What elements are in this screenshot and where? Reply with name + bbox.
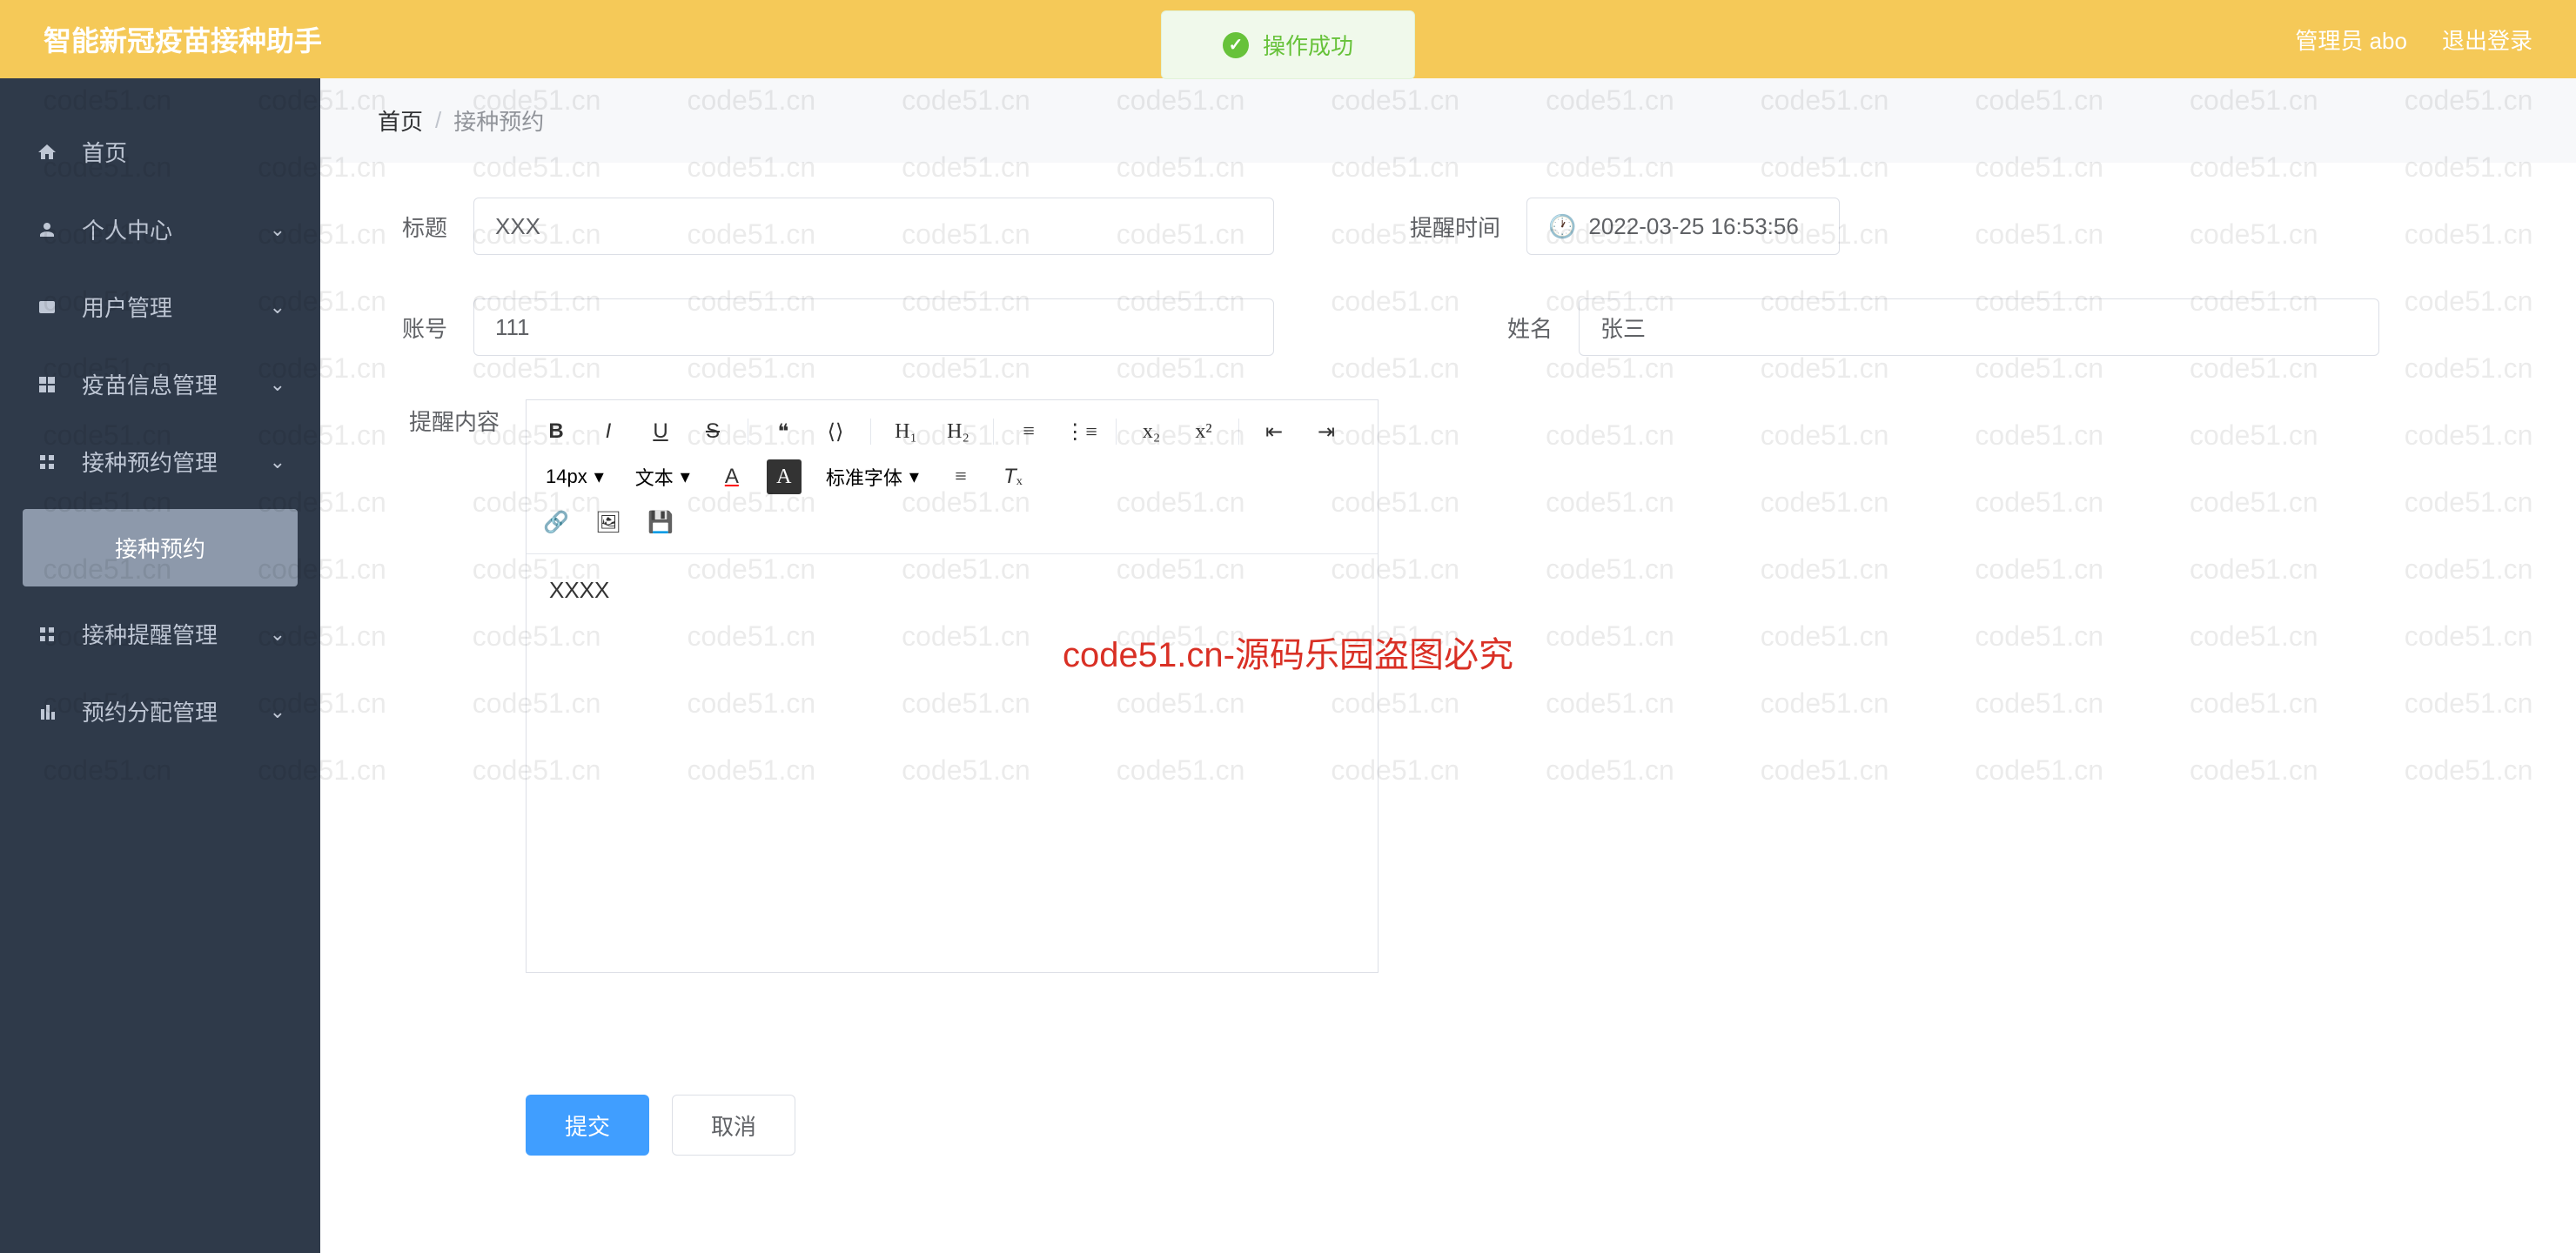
users-icon: [35, 295, 59, 319]
account-input[interactable]: [473, 298, 1274, 356]
h1-icon[interactable]: H₁: [889, 414, 923, 449]
h2-icon[interactable]: H₂: [941, 414, 976, 449]
chevron-down-icon: ⌄: [270, 373, 285, 396]
sidebar-item-label: 接种预约管理: [82, 446, 218, 478]
bold-icon[interactable]: B: [539, 414, 574, 449]
sidebar-subitem-appointment[interactable]: 接种预约: [23, 509, 298, 586]
success-toast: ✓ 操作成功: [1161, 10, 1415, 79]
sidebar-item-label: 预约分配管理: [82, 695, 218, 727]
time-label: 提醒时间: [1379, 211, 1500, 243]
strike-icon[interactable]: S: [695, 414, 730, 449]
quote-icon[interactable]: ❝: [766, 414, 801, 449]
sidebar-item-label: 接种提醒管理: [82, 618, 218, 650]
chevron-down-icon: ⌄: [270, 218, 285, 241]
chart-icon: [35, 700, 59, 724]
chevron-down-icon: ⌄: [270, 623, 285, 646]
title-label: 标题: [378, 211, 447, 243]
grid2-icon: [35, 450, 59, 474]
form-actions: 提交 取消: [378, 1095, 2519, 1156]
home-icon: [35, 140, 59, 164]
logout-link[interactable]: 退出登录: [2442, 23, 2532, 56]
sidebar-item-label: 首页: [82, 136, 127, 168]
editor-toolbar: B I U S ❝ ⟨⟩ H₁ H₂ ≡ ⋮≡: [527, 400, 1378, 554]
content-label: 提醒内容: [378, 399, 500, 437]
name-label: 姓名: [1431, 312, 1553, 344]
sidebar-item-appointment-mgmt[interactable]: 接种预约管理 ⌄: [0, 423, 320, 500]
sidebar-item-allocation-mgmt[interactable]: 预约分配管理 ⌄: [0, 673, 320, 750]
save-icon[interactable]: 💾: [643, 505, 678, 539]
name-input[interactable]: [1579, 298, 2379, 356]
user-icon: [35, 218, 59, 242]
rich-editor: B I U S ❝ ⟨⟩ H₁ H₂ ≡ ⋮≡: [526, 399, 1379, 973]
sidebar: 首页 个人中心 ⌄ 用户管理 ⌄ 疫苗信息管理 ⌄ 接种预约管理 ⌄ 接种预约 …: [0, 78, 320, 1253]
submit-button[interactable]: 提交: [526, 1095, 649, 1156]
sidebar-item-label: 疫苗信息管理: [82, 368, 218, 400]
superscript-icon[interactable]: x²: [1186, 414, 1221, 449]
italic-icon[interactable]: I: [591, 414, 626, 449]
time-input[interactable]: 🕐 2022-03-25 16:53:56: [1526, 198, 1840, 255]
image-icon[interactable]: 🖼: [591, 505, 626, 539]
title-input[interactable]: [473, 198, 1274, 255]
font-family-select[interactable]: 标准字体 ▾: [819, 461, 926, 492]
sidebar-item-home[interactable]: 首页: [0, 113, 320, 191]
header-actions: 管理员 abo 退出登录: [2295, 23, 2532, 56]
breadcrumb-home[interactable]: 首页: [378, 104, 423, 137]
clear-format-icon[interactable]: Tₓ: [996, 459, 1030, 494]
chevron-down-icon: ⌄: [270, 451, 285, 473]
app-title: 智能新冠疫苗接种助手: [44, 19, 322, 59]
account-label: 账号: [378, 312, 447, 344]
align-icon[interactable]: ≡: [943, 459, 978, 494]
indent-left-icon[interactable]: ⇤: [1257, 414, 1291, 449]
format-select[interactable]: 文本 ▾: [628, 461, 697, 492]
editor-content[interactable]: XXXX: [527, 554, 1378, 972]
clock-icon: 🕐: [1548, 213, 1576, 240]
sidebar-item-vaccine-info[interactable]: 疫苗信息管理 ⌄: [0, 345, 320, 423]
main-content: 首页 / 接种预约 标题 提醒时间 🕐 2022-03-25 16:53:56: [320, 78, 2576, 1253]
breadcrumb: 首页 / 接种预约: [320, 78, 2576, 163]
cancel-button[interactable]: 取消: [672, 1095, 795, 1156]
link-icon[interactable]: 🔗: [539, 505, 574, 539]
sidebar-item-users[interactable]: 用户管理 ⌄: [0, 268, 320, 345]
sidebar-item-reminder-mgmt[interactable]: 接种提醒管理 ⌄: [0, 595, 320, 673]
grid-icon: [35, 372, 59, 397]
check-circle-icon: ✓: [1223, 32, 1249, 58]
chevron-down-icon: ⌄: [270, 296, 285, 318]
bg-color-icon[interactable]: A: [767, 459, 802, 494]
sidebar-item-profile[interactable]: 个人中心 ⌄: [0, 191, 320, 268]
font-color-icon[interactable]: A: [714, 459, 749, 494]
admin-label[interactable]: 管理员 abo: [2295, 23, 2407, 56]
subscript-icon[interactable]: x₂: [1134, 414, 1169, 449]
ordered-list-icon[interactable]: ≡: [1011, 414, 1046, 449]
sidebar-item-label: 用户管理: [82, 291, 172, 323]
grid3-icon: [35, 622, 59, 647]
sidebar-item-label: 个人中心: [82, 213, 172, 245]
time-value: 2022-03-25 16:53:56: [1588, 213, 1798, 240]
font-size-select[interactable]: 14px ▾: [539, 461, 611, 492]
form-area: 标题 提醒时间 🕐 2022-03-25 16:53:56 账号: [320, 163, 2576, 1190]
breadcrumb-separator: /: [435, 107, 441, 134]
unordered-list-icon[interactable]: ⋮≡: [1063, 414, 1098, 449]
indent-right-icon[interactable]: ⇥: [1309, 414, 1344, 449]
underline-icon[interactable]: U: [643, 414, 678, 449]
toast-text: 操作成功: [1263, 29, 1353, 61]
chevron-down-icon: ⌄: [270, 700, 285, 723]
code-icon[interactable]: ⟨⟩: [818, 414, 853, 449]
breadcrumb-current: 接种预约: [453, 104, 544, 137]
